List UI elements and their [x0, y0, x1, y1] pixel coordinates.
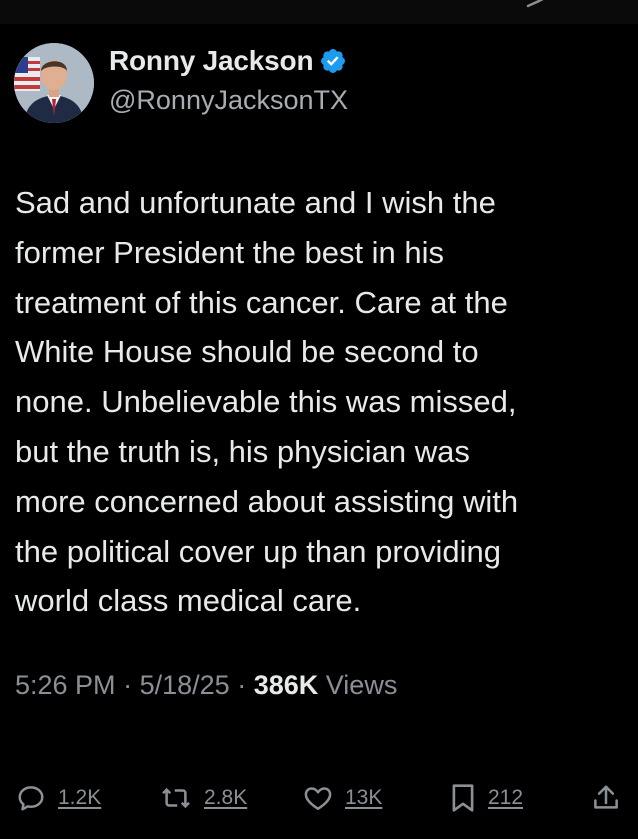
user-handle[interactable]: @RonnyJacksonTX [109, 85, 348, 116]
partial-icon [526, 0, 544, 8]
bookmark-count: 212 [488, 786, 524, 809]
avatar-photo [14, 43, 94, 123]
verified-badge-icon [321, 49, 346, 73]
meta-separator: · [237, 670, 247, 700]
reply-icon [18, 786, 44, 811]
tweet-meta: 5:26 PM · 5/18/25 · 386K Views [15, 670, 397, 701]
views-label: Views [325, 670, 398, 700]
tweet-header: Ronny Jackson @RonnyJacksonTX [14, 43, 624, 127]
repost-count: 2.8K [204, 786, 248, 809]
name-row: Ronny Jackson [109, 43, 347, 79]
share-icon [594, 785, 618, 809]
tweet-date[interactable]: 5/18/25 [140, 670, 230, 700]
views-count: 386K [253, 670, 319, 700]
avatar[interactable] [14, 43, 94, 123]
display-name[interactable]: Ronny Jackson [109, 45, 314, 77]
reply-count: 1.2K [58, 786, 102, 809]
repost-icon [162, 787, 190, 809]
tweet-time[interactable]: 5:26 PM [15, 670, 116, 700]
heart-icon [304, 787, 332, 810]
share-button[interactable] [591, 776, 621, 820]
meta-separator: · [123, 670, 133, 700]
top-bar [0, 0, 638, 24]
repost-button[interactable]: 2.8K [160, 776, 247, 820]
tweet-text: Sad and unfortunate and I wish the forme… [15, 185, 519, 619]
bookmark-icon [452, 784, 474, 812]
reply-button[interactable]: 1.2K [16, 776, 101, 820]
like-button[interactable]: 13K [303, 776, 382, 820]
like-count: 13K [345, 786, 383, 809]
action-bar: 1.2K 2.8K 13K 212 [0, 776, 638, 820]
bookmark-button[interactable]: 212 [450, 776, 523, 820]
